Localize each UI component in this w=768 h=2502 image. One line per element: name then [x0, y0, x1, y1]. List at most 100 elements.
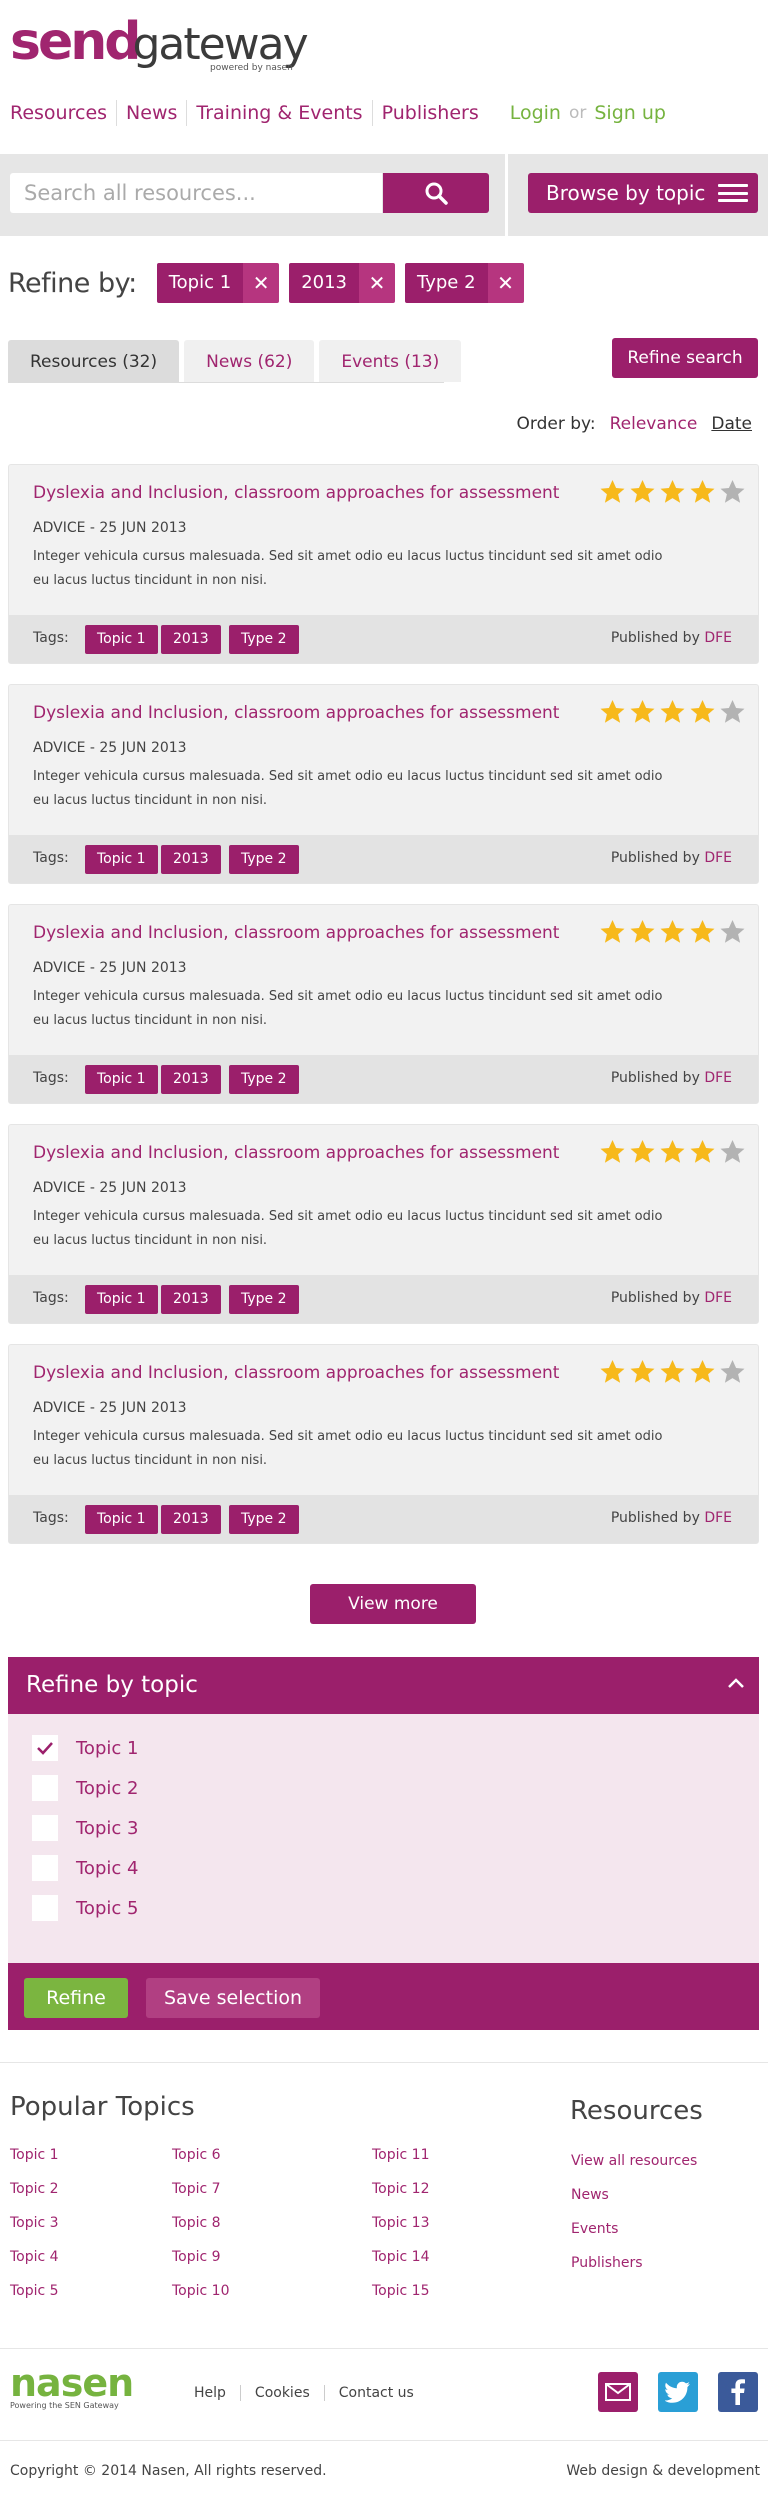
- result-title[interactable]: Dyslexia and Inclusion, classroom approa…: [33, 1363, 559, 1383]
- view-more-button[interactable]: View more: [310, 1584, 476, 1624]
- star-rating[interactable]: [599, 1139, 746, 1165]
- topic-panel-header[interactable]: Refine by topic: [8, 1657, 759, 1714]
- star-empty-icon[interactable]: [719, 919, 746, 945]
- search-button[interactable]: [383, 173, 489, 213]
- star-rating[interactable]: [599, 1359, 746, 1385]
- star-filled-icon[interactable]: [689, 479, 716, 505]
- publisher-link[interactable]: DFE: [704, 1290, 732, 1306]
- tab-events[interactable]: Events (13): [319, 340, 462, 382]
- checkbox[interactable]: [32, 1855, 58, 1881]
- tag-badge[interactable]: 2013: [161, 1285, 221, 1314]
- resources-link[interactable]: View all resources: [571, 2153, 697, 2187]
- signup-link[interactable]: Sign up: [594, 102, 666, 124]
- publisher-link[interactable]: DFE: [704, 1510, 732, 1526]
- publisher-link[interactable]: DFE: [704, 630, 732, 646]
- popular-topic-link[interactable]: Topic 8: [172, 2215, 229, 2249]
- email-icon[interactable]: [598, 2372, 638, 2412]
- star-rating[interactable]: [599, 919, 746, 945]
- star-filled-icon[interactable]: [659, 1139, 686, 1165]
- tag-badge[interactable]: Topic 1: [85, 1065, 158, 1094]
- result-title[interactable]: Dyslexia and Inclusion, classroom approa…: [33, 703, 559, 723]
- remove-filter-icon[interactable]: ✕: [359, 263, 395, 303]
- popular-topic-link[interactable]: Topic 4: [10, 2249, 59, 2283]
- nav-training-events[interactable]: Training & Events: [186, 100, 371, 126]
- resources-link[interactable]: Events: [571, 2221, 697, 2255]
- popular-topic-link[interactable]: Topic 6: [172, 2147, 229, 2181]
- star-filled-icon[interactable]: [659, 479, 686, 505]
- star-empty-icon[interactable]: [719, 479, 746, 505]
- resources-link[interactable]: News: [571, 2187, 697, 2221]
- star-empty-icon[interactable]: [719, 699, 746, 725]
- star-filled-icon[interactable]: [599, 479, 626, 505]
- popular-topic-link[interactable]: Topic 3: [10, 2215, 59, 2249]
- resources-link[interactable]: Publishers: [571, 2255, 697, 2289]
- help-link[interactable]: Help: [180, 2385, 240, 2401]
- checkbox[interactable]: [32, 1895, 58, 1921]
- tag-badge[interactable]: Type 2: [229, 1505, 299, 1534]
- popular-topic-link[interactable]: Topic 11: [372, 2147, 429, 2181]
- tag-badge[interactable]: 2013: [161, 845, 221, 874]
- popular-topic-link[interactable]: Topic 7: [172, 2181, 229, 2215]
- star-filled-icon[interactable]: [599, 919, 626, 945]
- browse-by-topic-button[interactable]: Browse by topic: [528, 173, 758, 213]
- tag-badge[interactable]: 2013: [161, 1505, 221, 1534]
- star-filled-icon[interactable]: [689, 1139, 716, 1165]
- nav-resources[interactable]: Resources: [10, 100, 116, 126]
- tab-news[interactable]: News (62): [184, 340, 315, 382]
- publisher-link[interactable]: DFE: [704, 850, 732, 866]
- star-empty-icon[interactable]: [719, 1359, 746, 1385]
- popular-topic-link[interactable]: Topic 1: [10, 2147, 59, 2181]
- star-empty-icon[interactable]: [719, 1139, 746, 1165]
- tag-badge[interactable]: 2013: [161, 1065, 221, 1094]
- credit-link[interactable]: Web design & development: [566, 2463, 760, 2479]
- topic-checkbox-item[interactable]: Topic 5: [32, 1895, 138, 1921]
- sendgateway-logo[interactable]: sendgateway powered by nasen: [10, 12, 309, 77]
- topic-checkbox-item[interactable]: Topic 3: [32, 1815, 138, 1841]
- popular-topic-link[interactable]: Topic 13: [372, 2215, 429, 2249]
- chevron-up-icon[interactable]: [727, 1677, 745, 1689]
- star-filled-icon[interactable]: [659, 919, 686, 945]
- order-relevance-link[interactable]: Relevance: [610, 414, 698, 434]
- star-filled-icon[interactable]: [659, 1359, 686, 1385]
- star-filled-icon[interactable]: [599, 1359, 626, 1385]
- cookies-link[interactable]: Cookies: [239, 2385, 324, 2401]
- popular-topic-link[interactable]: Topic 5: [10, 2283, 59, 2317]
- tag-badge[interactable]: Topic 1: [85, 1505, 158, 1534]
- star-filled-icon[interactable]: [659, 699, 686, 725]
- star-filled-icon[interactable]: [599, 1139, 626, 1165]
- nav-publishers[interactable]: Publishers: [371, 100, 488, 126]
- tag-badge[interactable]: Topic 1: [85, 1285, 158, 1314]
- tab-resources[interactable]: Resources (32): [8, 340, 180, 382]
- order-date-link[interactable]: Date: [711, 414, 752, 434]
- star-filled-icon[interactable]: [689, 919, 716, 945]
- tag-badge[interactable]: Type 2: [229, 1285, 299, 1314]
- nav-news[interactable]: News: [116, 100, 186, 126]
- nasen-logo[interactable]: nasen Powering the SEN Gateway: [10, 2363, 134, 2410]
- star-filled-icon[interactable]: [629, 699, 656, 725]
- star-filled-icon[interactable]: [689, 1359, 716, 1385]
- tag-badge[interactable]: Type 2: [229, 1065, 299, 1094]
- star-rating[interactable]: [599, 699, 746, 725]
- star-filled-icon[interactable]: [629, 1139, 656, 1165]
- search-input[interactable]: Search all resources...: [10, 173, 382, 213]
- twitter-icon[interactable]: [658, 2372, 698, 2412]
- checkbox[interactable]: [32, 1775, 58, 1801]
- result-title[interactable]: Dyslexia and Inclusion, classroom approa…: [33, 1143, 559, 1163]
- popular-topic-link[interactable]: Topic 9: [172, 2249, 229, 2283]
- popular-topic-link[interactable]: Topic 14: [372, 2249, 429, 2283]
- refine-button[interactable]: Refine: [24, 1978, 128, 2018]
- tag-badge[interactable]: 2013: [161, 625, 221, 654]
- remove-filter-icon[interactable]: ✕: [487, 263, 524, 303]
- topic-checkbox-item[interactable]: Topic 4: [32, 1855, 138, 1881]
- result-title[interactable]: Dyslexia and Inclusion, classroom approa…: [33, 923, 559, 943]
- popular-topic-link[interactable]: Topic 10: [172, 2283, 229, 2317]
- star-filled-icon[interactable]: [629, 919, 656, 945]
- tag-badge[interactable]: Type 2: [229, 845, 299, 874]
- checkbox-checked[interactable]: [32, 1735, 58, 1761]
- popular-topic-link[interactable]: Topic 15: [372, 2283, 429, 2317]
- result-title[interactable]: Dyslexia and Inclusion, classroom approa…: [33, 483, 559, 503]
- topic-checkbox-item[interactable]: Topic 1: [32, 1735, 138, 1761]
- tag-badge[interactable]: Topic 1: [85, 845, 158, 874]
- tag-badge[interactable]: Topic 1: [85, 625, 158, 654]
- star-filled-icon[interactable]: [629, 1359, 656, 1385]
